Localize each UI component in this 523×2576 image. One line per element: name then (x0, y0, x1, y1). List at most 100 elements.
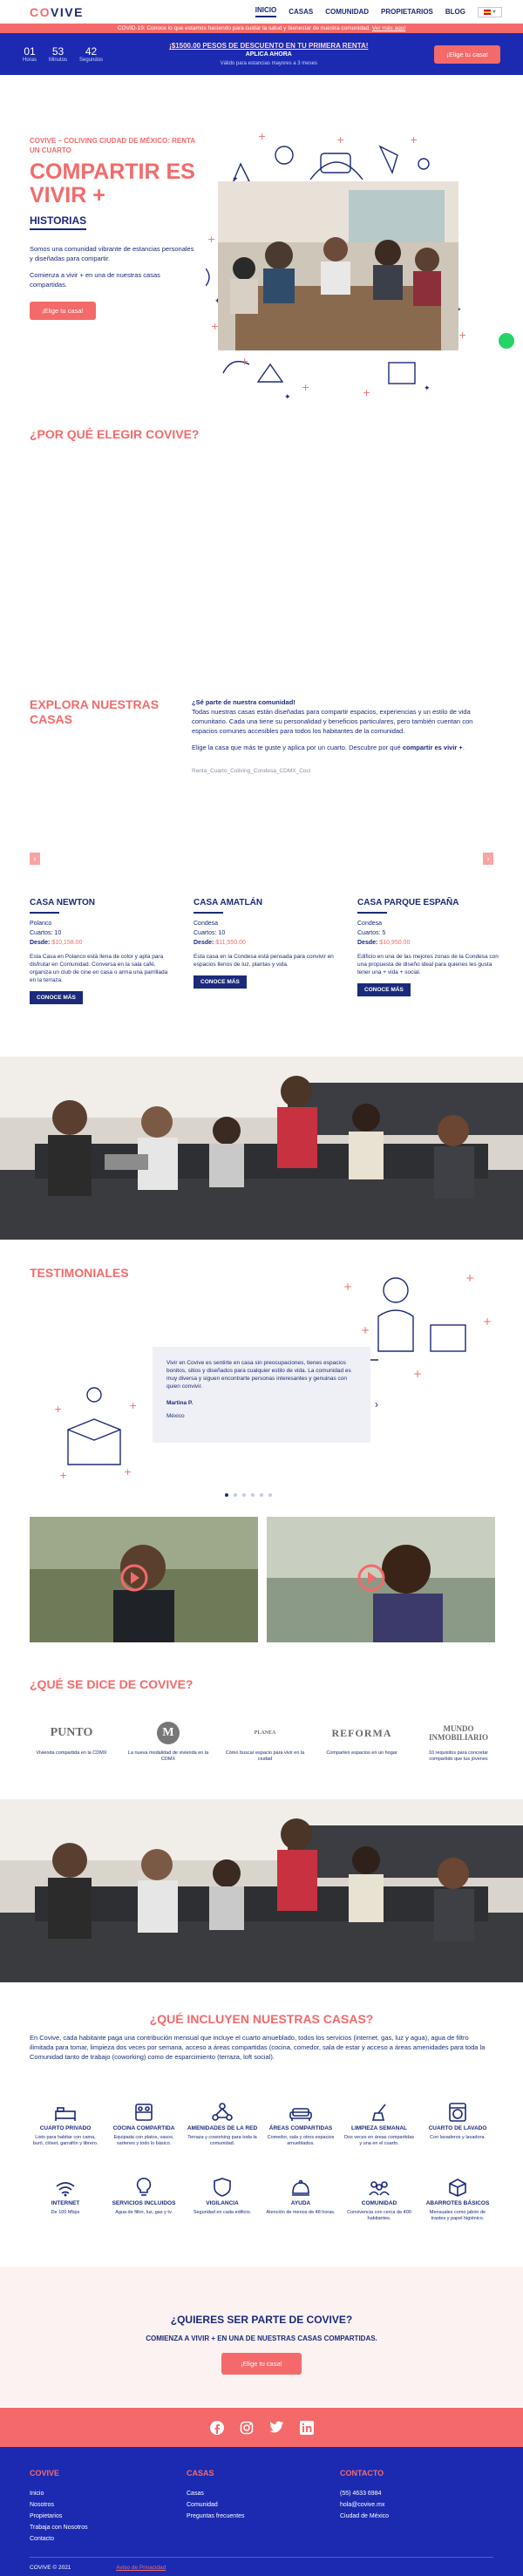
nav-item-inicio[interactable]: INICIO (255, 6, 277, 17)
press-logo-mundo-inmobiliario: MUNDO INMOBILIARIO (428, 1724, 488, 1742)
footer-link-comunidad[interactable]: Comunidad (187, 2499, 245, 2511)
linkedin-icon[interactable] (299, 2420, 314, 2435)
amenity-item: ABARROTES BÁSICOS Mensuales como jabón d… (422, 2174, 493, 2222)
press-item[interactable]: M La nueva modalidad de vivienda en la CD… (126, 1719, 210, 1763)
promo-banner: 01 Horas 53 Minutos 42 Segundos ¡$1500.00 P… (0, 33, 523, 75)
chevron-down-icon: ▾ (492, 10, 496, 15)
promo-apply[interactable]: APLICA AHORA (103, 51, 434, 58)
house-rooms: Cuartos: 10 (30, 928, 173, 938)
rooms-label: Cuartos: (30, 930, 53, 936)
box-doodle: + + + + (54, 1387, 137, 1481)
house-name[interactable]: CASA PARQUE ESPAÑA (357, 898, 500, 907)
instagram-icon[interactable] (240, 2421, 254, 2435)
testimonial-next-arrow[interactable]: › (375, 1398, 378, 1410)
press-logo-m: M (126, 1719, 210, 1747)
footer-link-trabaja[interactable]: Trabaja con Nosotros (30, 2522, 88, 2533)
house-name[interactable]: CASA NEWTON (30, 898, 173, 907)
pagination-dot[interactable] (242, 1493, 246, 1497)
amenity-desc: Comedor, sala y otros espacios amueblado… (267, 2135, 335, 2146)
nav-item-propietarios[interactable]: PROPIETARIOS (381, 8, 433, 16)
house-learn-more-button[interactable]: CONOCE MÁS (30, 991, 83, 1004)
footer-link-casas[interactable]: Casas (187, 2488, 245, 2499)
privacy-link[interactable]: Aviso de Privacidad (116, 2565, 166, 2571)
footer-link-faq[interactable]: Preguntas frecuentes (187, 2511, 245, 2522)
press-caption: Cómo buscar espacio para vivir en la ciu… (225, 1750, 305, 1762)
social-bar (0, 2408, 523, 2447)
covive-logo[interactable]: COVIVE (30, 5, 84, 19)
amenity-desc: Dos veces en áreas compartidas y una en … (343, 2135, 415, 2146)
explore-text: ¿Sé parte de nuestra comunidad! Todas nu… (192, 697, 497, 776)
include-paragraph: En Covive, cada habitante paga una contr… (30, 2034, 486, 2061)
cta-choose-house-button[interactable]: ¡Elige tu casa! (221, 2353, 302, 2375)
facebook-icon[interactable] (209, 2420, 224, 2435)
covid-link[interactable]: Ver más aquí (372, 25, 405, 31)
price-value: $10,158.00 (51, 940, 83, 946)
nav-menu: INICIO CASAS COMUNIDAD PROPIETARIOS BLOG… (255, 6, 502, 17)
pagination-dot[interactable] (234, 1493, 237, 1497)
press-item[interactable]: PLANEA Cómo buscar espacio para vivir en … (223, 1719, 307, 1763)
house-learn-more-button[interactable]: CONOCE MÁS (357, 983, 411, 996)
hero-illustration: +++ +++ +++ +++ ✦✦✦ ✦✦✦ (205, 129, 476, 406)
amenity-desc: Convivencia con cerca de 400 habitantes. (347, 2210, 411, 2221)
pagination-dot[interactable] (260, 1493, 263, 1497)
price-value: $10,950.00 (379, 940, 411, 946)
promo-choose-house-button[interactable]: ¡Elige tu casa! (434, 44, 500, 64)
house-name[interactable]: CASA AMATLÁN (194, 898, 336, 907)
press-item[interactable]: PUNTO Vivienda compartida en la CDMX (30, 1719, 113, 1763)
testimonial-pagination (225, 1493, 272, 1497)
amenity-item: INTERNET De 100 Mbps (30, 2174, 101, 2222)
svg-text:+: + (207, 234, 215, 245)
footer-link-nosotros[interactable]: Nosotros (30, 2499, 88, 2511)
amenity-item: AYUDA Atención de menos de 48 horas. (265, 2174, 336, 2222)
press-caption: 10 requisitos para concretar compartido … (428, 1750, 489, 1762)
footer-col-casas: CASAS Casas Comunidad Preguntas frecuent… (187, 2468, 245, 2522)
press-item[interactable]: REFORMA Comparten espacios en un hogar (320, 1719, 404, 1763)
countdown-hours: 01 Horas (23, 45, 37, 63)
press-logo-punto: PUNTO (50, 1726, 93, 1739)
explore-p2-start: Elige la casa que más te guste y aplica … (192, 744, 403, 751)
twitter-icon[interactable] (268, 2421, 284, 2434)
carousel-next-arrow[interactable]: › (483, 853, 493, 865)
hero-title: COMPARTIR ES VIVIR + (30, 160, 195, 207)
footer-bottom: COVIVE © 2021 Aviso de Privacidad (30, 2557, 493, 2571)
svg-text:+: + (483, 1315, 492, 1328)
amenity-item: LIMPIEZA SEMANAL Dos veces en áreas comp… (343, 2099, 415, 2147)
press-logos: PUNTO Vivienda compartida en la CDMX M La … (30, 1719, 500, 1763)
pagination-dot[interactable] (251, 1493, 255, 1497)
press-title: ¿QUÉ SE DICE DE COVIVE? (30, 1677, 194, 1691)
footer-email[interactable]: hola@covive.mx (340, 2499, 389, 2511)
amenity-item: ÁREAS COMPARTIDAS Comedor, sala y otros … (265, 2099, 336, 2147)
testimonial-video-1[interactable] (30, 1517, 258, 1642)
svg-text:+: + (241, 356, 248, 367)
promo-headline[interactable]: ¡$1500.00 PESOS DE DESCUENTO EN TU PRIME… (103, 42, 434, 50)
language-selector[interactable]: ▾ (478, 6, 502, 17)
footer-link-contacto[interactable]: Contacto (30, 2533, 88, 2545)
pagination-dot[interactable] (225, 1493, 228, 1497)
footer-phone[interactable]: (55) 4633 6984 (340, 2488, 389, 2499)
nav-item-comunidad[interactable]: COMUNIDAD (325, 8, 369, 16)
amenity-title: VIGILANCIA (206, 2200, 239, 2206)
countdown-minutes-label: Minutos (49, 58, 68, 63)
whatsapp-chat-icon[interactable] (499, 333, 514, 349)
amenity-title: LIMPIEZA SEMANAL (350, 2125, 408, 2131)
nav-item-blog[interactable]: BLOG (445, 8, 465, 16)
community-icon (343, 2174, 415, 2197)
footer-link-inicio[interactable]: Inicio (30, 2488, 88, 2499)
house-learn-more-button[interactable]: CONOCE MÁS (194, 975, 247, 989)
carousel-prev-arrow[interactable]: ‹ (30, 853, 40, 865)
amenity-item: COCINA COMPARTIDA Equipada con platos, v… (108, 2099, 180, 2147)
nav-item-casas[interactable]: CASAS (289, 8, 313, 16)
pagination-dot[interactable] (268, 1493, 272, 1497)
amenity-desc: De 100 Mbps (51, 2210, 80, 2215)
house-description: Esta Casa en Polanco está llena de color… (30, 954, 168, 983)
amenity-title: SERVICIOS INCLUIDOS (112, 2200, 176, 2206)
amenity-title: INTERNET (51, 2200, 80, 2206)
covid-banner: COVID-19: Conoce lo que estamos haciendo… (0, 24, 523, 33)
footer-location: Ciudad de México (340, 2513, 390, 2519)
testimonial-author: Martina P. (166, 1400, 194, 1406)
hero-choose-house-button[interactable]: ¡Elige tu casa! (30, 302, 96, 320)
house-rooms: Cuartos: 5 (357, 928, 500, 938)
press-item[interactable]: MUNDO INMOBILIARIO 10 requisitos para con… (417, 1719, 500, 1763)
testimonial-video-2[interactable] (267, 1517, 495, 1642)
footer-link-propietarios[interactable]: Propietarios (30, 2511, 88, 2522)
